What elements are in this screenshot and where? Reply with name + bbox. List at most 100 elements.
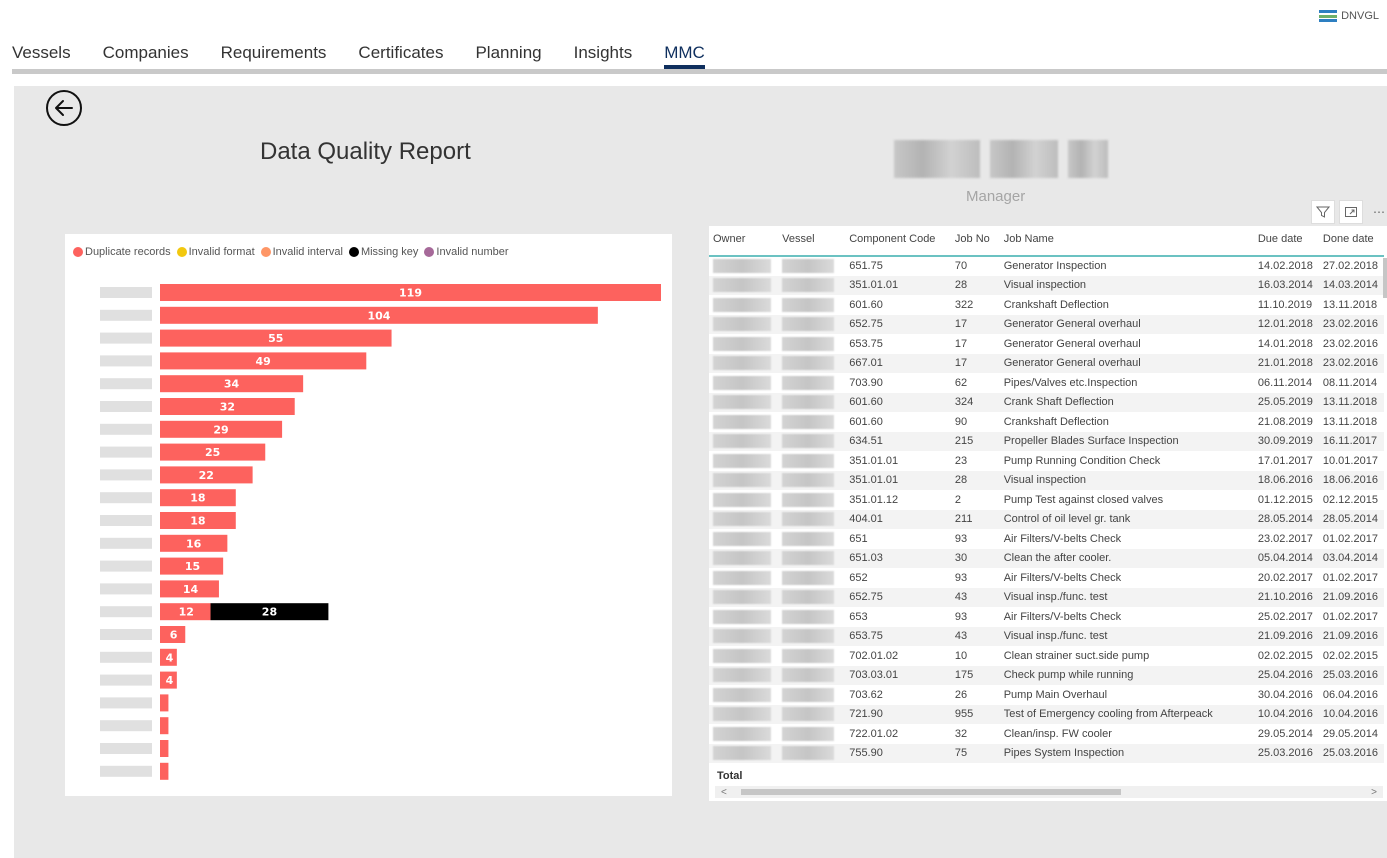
- table-cell: 703.62: [849, 688, 883, 701]
- table-cell: Visual insp./func. test: [999, 626, 1254, 646]
- table-row[interactable]: 601.60 90 Crankshaft Deflection 21.08.2019 1…: [709, 412, 1384, 432]
- table-row[interactable]: 667.01 17 Generator General overhaul 21.01.…: [709, 353, 1384, 373]
- vessel-cell-redacted: [778, 529, 845, 549]
- focus-mode-icon[interactable]: [1339, 200, 1363, 224]
- table-cell: Pipes System Inspection: [999, 743, 1254, 763]
- table-row[interactable]: 722.01.02 32 Clean/insp. FW cooler 29.05.20…: [709, 724, 1384, 744]
- owner-cell-redacted: [709, 646, 778, 666]
- table-row[interactable]: 601.60 322 Crankshaft Deflection 11.10.2019…: [709, 295, 1384, 315]
- table-cell: 70: [954, 260, 968, 273]
- vessel-cell-redacted: [778, 334, 845, 354]
- table-row[interactable]: 703.62 26 Pump Main Overhaul 30.04.2016 06.0…: [709, 685, 1384, 705]
- column-header[interactable]: Component Code: [845, 226, 951, 257]
- table-row[interactable]: 351.01.01 28 Visual inspection 18.06.2016 18…: [709, 470, 1384, 490]
- legend-label: Missing key: [360, 246, 419, 258]
- category-label-redacted: [100, 537, 152, 549]
- table-row[interactable]: 703.03.01 175 Check pump while running 25.0…: [709, 665, 1384, 685]
- more-options-icon[interactable]: ⋯: [1367, 200, 1387, 224]
- bar-duplicate-records[interactable]: [160, 694, 169, 712]
- table-cell: 05.04.2014: [1253, 548, 1319, 568]
- legend-item[interactable]: Missing key: [348, 246, 419, 258]
- table-cell: 25.04.2016: [1253, 665, 1319, 685]
- table-cell: 21.09.2016: [1253, 626, 1319, 646]
- table-row[interactable]: 351.01.01 28 Visual inspection 16.03.2014 14…: [709, 275, 1384, 295]
- table-cell: 10.04.2016: [1318, 704, 1384, 724]
- column-header[interactable]: Due date: [1253, 226, 1319, 257]
- table-row[interactable]: 703.90 62 Pipes/Valves etc.Inspection 06.11…: [709, 373, 1384, 393]
- vessel-cell-redacted: [778, 353, 846, 373]
- bar-value-label: 55: [268, 332, 283, 345]
- tab-mmc[interactable]: MMC: [664, 40, 721, 71]
- owner-cell-redacted: [709, 334, 778, 354]
- back-button[interactable]: [46, 90, 82, 126]
- bar-duplicate-records[interactable]: [160, 717, 169, 735]
- legend-item[interactable]: Invalid format: [176, 246, 255, 258]
- owner-cell-redacted: [709, 685, 778, 705]
- vertical-scrollbar[interactable]: [1383, 258, 1387, 298]
- scroll-thumb[interactable]: [741, 789, 1121, 795]
- table-row[interactable]: 351.01.12 2 Pump Test against closed valve…: [709, 490, 1384, 510]
- table-row[interactable]: 634.51 215 Propeller Blades Surface Inspec…: [709, 431, 1384, 451]
- legend-label: Invalid number: [436, 246, 509, 258]
- owner-cell-redacted: [709, 451, 778, 471]
- table-cell: 90: [954, 415, 968, 428]
- horizontal-scrollbar[interactable]: < >: [715, 786, 1383, 798]
- table-row[interactable]: 653.75 17 Generator General overhaul 14.01.…: [709, 334, 1384, 354]
- bar-value-label: 4: [166, 651, 174, 664]
- table-row[interactable]: 652.75 43 Visual insp./func. test 21.10.201…: [709, 587, 1384, 607]
- tab-insights[interactable]: Insights: [574, 40, 649, 71]
- table-cell: Visual inspection: [999, 275, 1254, 295]
- column-header[interactable]: Owner: [709, 226, 779, 257]
- category-label-redacted: [100, 401, 152, 412]
- tab-requirements[interactable]: Requirements: [221, 40, 343, 71]
- table-cell: 351.01.01: [845, 275, 951, 295]
- table-cell: Air Filters/V-belts Check: [1003, 610, 1122, 623]
- filter-icon[interactable]: [1311, 200, 1335, 224]
- tab-companies[interactable]: Companies: [103, 40, 205, 71]
- column-header[interactable]: Job Name: [999, 226, 1254, 257]
- scroll-right-icon[interactable]: >: [1371, 787, 1377, 798]
- table-row[interactable]: 651 93 Air Filters/V-belts Check 23.02.2017…: [709, 529, 1384, 549]
- table-row[interactable]: 755.90 75 Pipes System Inspection 25.03.201…: [709, 743, 1384, 763]
- table-cell: 75: [950, 743, 1000, 763]
- category-label-redacted: [100, 423, 152, 435]
- column-header[interactable]: Vessel: [778, 226, 846, 257]
- legend-item[interactable]: Duplicate records: [73, 246, 171, 258]
- table-cell: 93: [954, 571, 968, 584]
- table-row[interactable]: 653.75 43 Visual insp./func. test 21.09.201…: [709, 626, 1384, 646]
- tab-vessels[interactable]: Vessels: [12, 40, 87, 71]
- category-label-redacted: [100, 515, 152, 526]
- table-cell: 601.60: [849, 298, 883, 311]
- table-row[interactable]: 351.01.01 23 Pump Running Condition Check 1…: [709, 451, 1384, 471]
- table-cell: 32: [954, 727, 968, 740]
- table-row[interactable]: 721.90 955 Test of Emergency cooling from …: [709, 704, 1384, 724]
- category-label-redacted: [100, 583, 152, 595]
- bar-duplicate-records[interactable]: [160, 762, 169, 780]
- table-row[interactable]: 652.75 17 Generator General overhaul 12.01.…: [709, 314, 1384, 334]
- table-cell: Clean strainer suct.side pump: [1003, 649, 1150, 662]
- table-row[interactable]: 651.75 70 Generator Inspection 14.02.2018 27…: [709, 256, 1384, 276]
- column-header[interactable]: Done date: [1318, 226, 1384, 257]
- tab-planning[interactable]: Planning: [475, 40, 557, 71]
- bar-duplicate-records[interactable]: [160, 740, 169, 757]
- category-label-redacted: [100, 378, 152, 390]
- table-body: 651.75 70 Generator Inspection 14.02.2018 27…: [709, 256, 1384, 763]
- table-cell: 01.12.2015: [1257, 493, 1313, 506]
- table-row[interactable]: 404.01 211 Control of oil level gr. tank 28…: [709, 509, 1384, 529]
- vessel-cell-redacted: [778, 646, 845, 666]
- table-total-row: Total: [709, 770, 1387, 786]
- column-header[interactable]: Job No: [950, 226, 1000, 257]
- tab-certificates[interactable]: Certificates: [358, 40, 459, 71]
- table-row[interactable]: 702.01.02 10 Clean strainer suct.side pump…: [709, 646, 1384, 666]
- bar-value-label: 28: [262, 606, 277, 619]
- table-row[interactable]: 653 93 Air Filters/V-belts Check 25.02.2017…: [709, 607, 1384, 627]
- table-row[interactable]: 652 93 Air Filters/V-belts Check 20.02.2017…: [709, 568, 1384, 588]
- table-row[interactable]: 601.60 324 Crank Shaft Deflection 25.05.201…: [709, 392, 1384, 412]
- table-row[interactable]: 651.03 30 Clean the after cooler. 05.04.201…: [709, 548, 1384, 568]
- legend-item[interactable]: Invalid interval: [260, 246, 343, 258]
- scroll-left-icon[interactable]: <: [721, 787, 727, 798]
- table-cell: 10.04.2016: [1253, 704, 1319, 724]
- owner-cell-redacted: [709, 353, 779, 373]
- legend-item[interactable]: Invalid number: [424, 246, 509, 258]
- table-cell: 651: [849, 532, 868, 545]
